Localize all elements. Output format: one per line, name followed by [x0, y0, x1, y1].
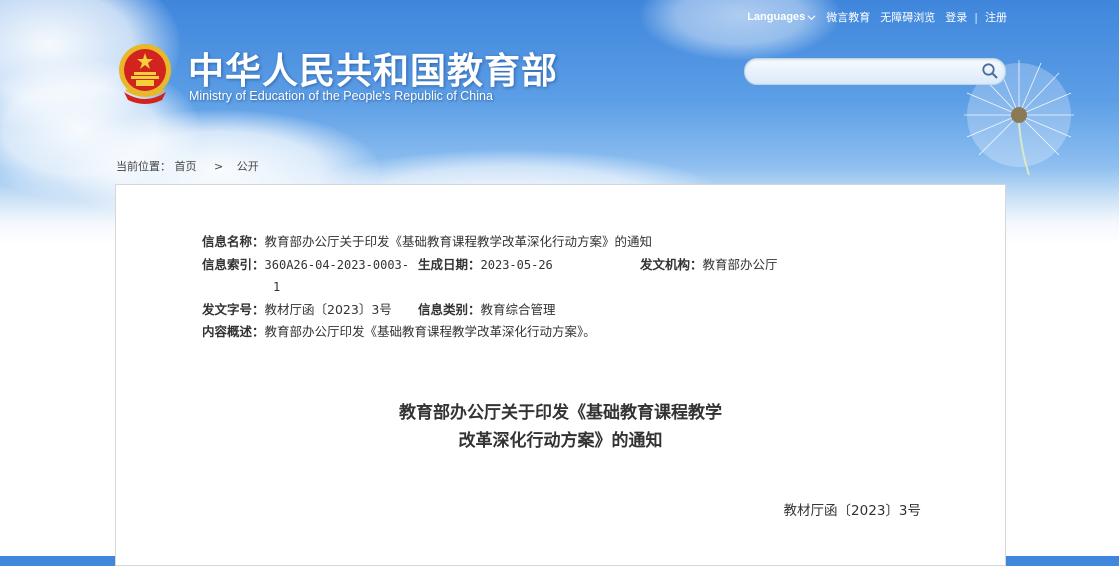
site-title-english: Ministry of Education of the People's Re…	[189, 89, 493, 103]
breadcrumb-home[interactable]: 首页	[175, 160, 197, 173]
info-name-label: 信息名称：	[202, 234, 265, 249]
info-docno-value: 教材厅函〔2023〕3号	[264, 301, 392, 317]
breadcrumb-label: 当前位置：	[116, 160, 171, 173]
login-link[interactable]: 登录	[945, 9, 967, 25]
info-category-value: 教育综合管理	[480, 301, 556, 317]
info-metadata: 信息名称：教育部办公厅关于印发《基础教育课程教学改革深化行动方案》的通知 信息索…	[202, 231, 778, 344]
languages-label: Languages	[747, 11, 806, 23]
info-summary-value: 教育部办公厅印发《基础教育课程教学改革深化行动方案》。	[264, 324, 596, 339]
content-panel: 信息名称：教育部办公厅关于印发《基础教育课程教学改革深化行动方案》的通知 信息索…	[115, 184, 1006, 566]
search-input[interactable]	[755, 62, 979, 82]
info-name-value: 教育部办公厅关于印发《基础教育课程教学改革深化行动方案》的通知	[264, 234, 653, 249]
breadcrumb-current[interactable]: 公开	[237, 160, 259, 173]
info-name-row: 信息名称：教育部办公厅关于印发《基础教育课程教学改革深化行动方案》的通知	[202, 231, 652, 254]
info-category-label: 信息类别：	[418, 301, 481, 317]
chevron-down-icon	[807, 14, 816, 20]
info-issuer-value: 教育部办公厅	[702, 256, 778, 272]
info-docno-label: 发文字号：	[202, 301, 265, 317]
breadcrumb: 当前位置： 首页 > 公开	[116, 158, 265, 174]
languages-menu[interactable]: Languages	[747, 11, 816, 23]
info-issuer-label: 发文机构：	[640, 256, 703, 272]
document-title-line2: 改革深化行动方案》的通知	[458, 431, 663, 451]
info-index-value: 360A26-04-2023-0003-	[264, 257, 410, 272]
accessibility-link[interactable]: 无障碍浏览	[880, 9, 935, 25]
site-title-chinese: 中华人民共和国教育部	[188, 51, 559, 92]
info-summary-label: 内容概述：	[202, 324, 265, 339]
top-navigation: Languages 微言教育 无障碍浏览 登录 | 注册	[737, 9, 1007, 25]
document-number: 教材厅函〔2023〕3号	[783, 503, 921, 519]
register-link[interactable]: 注册	[985, 9, 1007, 25]
document-title-line1: 教育部办公厅关于印发《基础教育课程教学	[399, 403, 722, 423]
national-emblem-logo	[119, 44, 171, 104]
search-icon[interactable]	[981, 62, 999, 80]
info-index-value-continued: 1	[273, 280, 281, 294]
nav-separator: |	[974, 10, 978, 24]
info-date-value: 2023-05-26	[480, 257, 553, 272]
info-summary-row: 内容概述：教育部办公厅印发《基础教育课程教学改革深化行动方案》。	[202, 321, 652, 344]
info-index-label: 信息索引：	[202, 256, 265, 272]
info-index-row-continued: 1	[202, 276, 652, 299]
info-date-label: 生成日期：	[418, 256, 481, 272]
info-index-row: 信息索引：360A26-04-2023-0003- 生成日期：2023-05-2…	[202, 254, 778, 277]
search-box	[744, 58, 1006, 85]
document-title: 教育部办公厅关于印发《基础教育课程教学 改革深化行动方案》的通知	[116, 399, 1005, 455]
breadcrumb-arrow: >	[214, 160, 224, 173]
weibo-link[interactable]: 微言教育	[826, 9, 870, 25]
info-docno-row: 发文字号：教材厅函〔2023〕3号 信息类别：教育综合管理	[202, 299, 652, 322]
